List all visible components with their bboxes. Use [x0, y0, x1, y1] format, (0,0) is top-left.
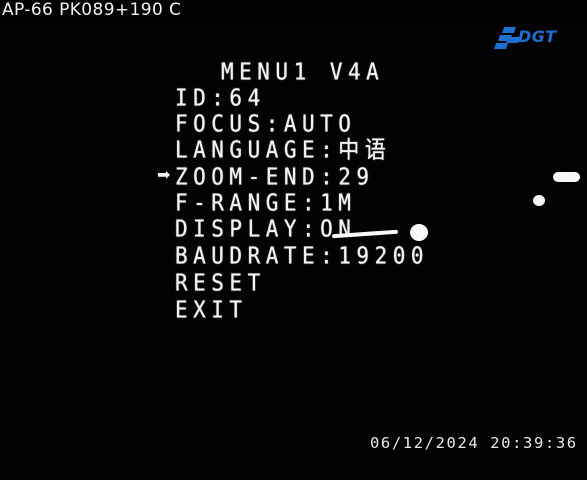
menu-item-display[interactable]: DISPLAY:ON	[175, 214, 356, 243]
camera-feed: AP-66 PK089+190 C DGT MENU1 V4A ID:64 FO…	[0, 0, 587, 480]
osd-menu: MENU1 V4A ID:64 FOCUS:AUTO LANGUAGE:中语 ➡…	[0, 0, 587, 480]
menu-item-language[interactable]: LANGUAGE:中语	[175, 135, 391, 164]
light-spot	[410, 224, 428, 241]
arrow-right-icon: ➡	[157, 165, 171, 184]
timestamp: 06/12/2024 20:39:36	[370, 434, 578, 452]
menu-item-exit[interactable]: EXIT	[175, 295, 248, 324]
light-spot	[553, 172, 580, 182]
menu-item-reset[interactable]: RESET	[175, 268, 266, 297]
menu-item-f-range[interactable]: F-RANGE:1M	[175, 188, 356, 217]
menu-item-focus[interactable]: FOCUS:AUTO	[175, 109, 356, 138]
light-spot	[533, 195, 545, 206]
menu-title: MENU1 V4A	[221, 58, 385, 85]
menu-item-zoom-end[interactable]: ZOOM-END:29	[175, 162, 375, 191]
menu-item-id[interactable]: ID:64	[175, 83, 266, 112]
menu-item-baudrate[interactable]: BAUDRATE:19200	[175, 241, 429, 270]
